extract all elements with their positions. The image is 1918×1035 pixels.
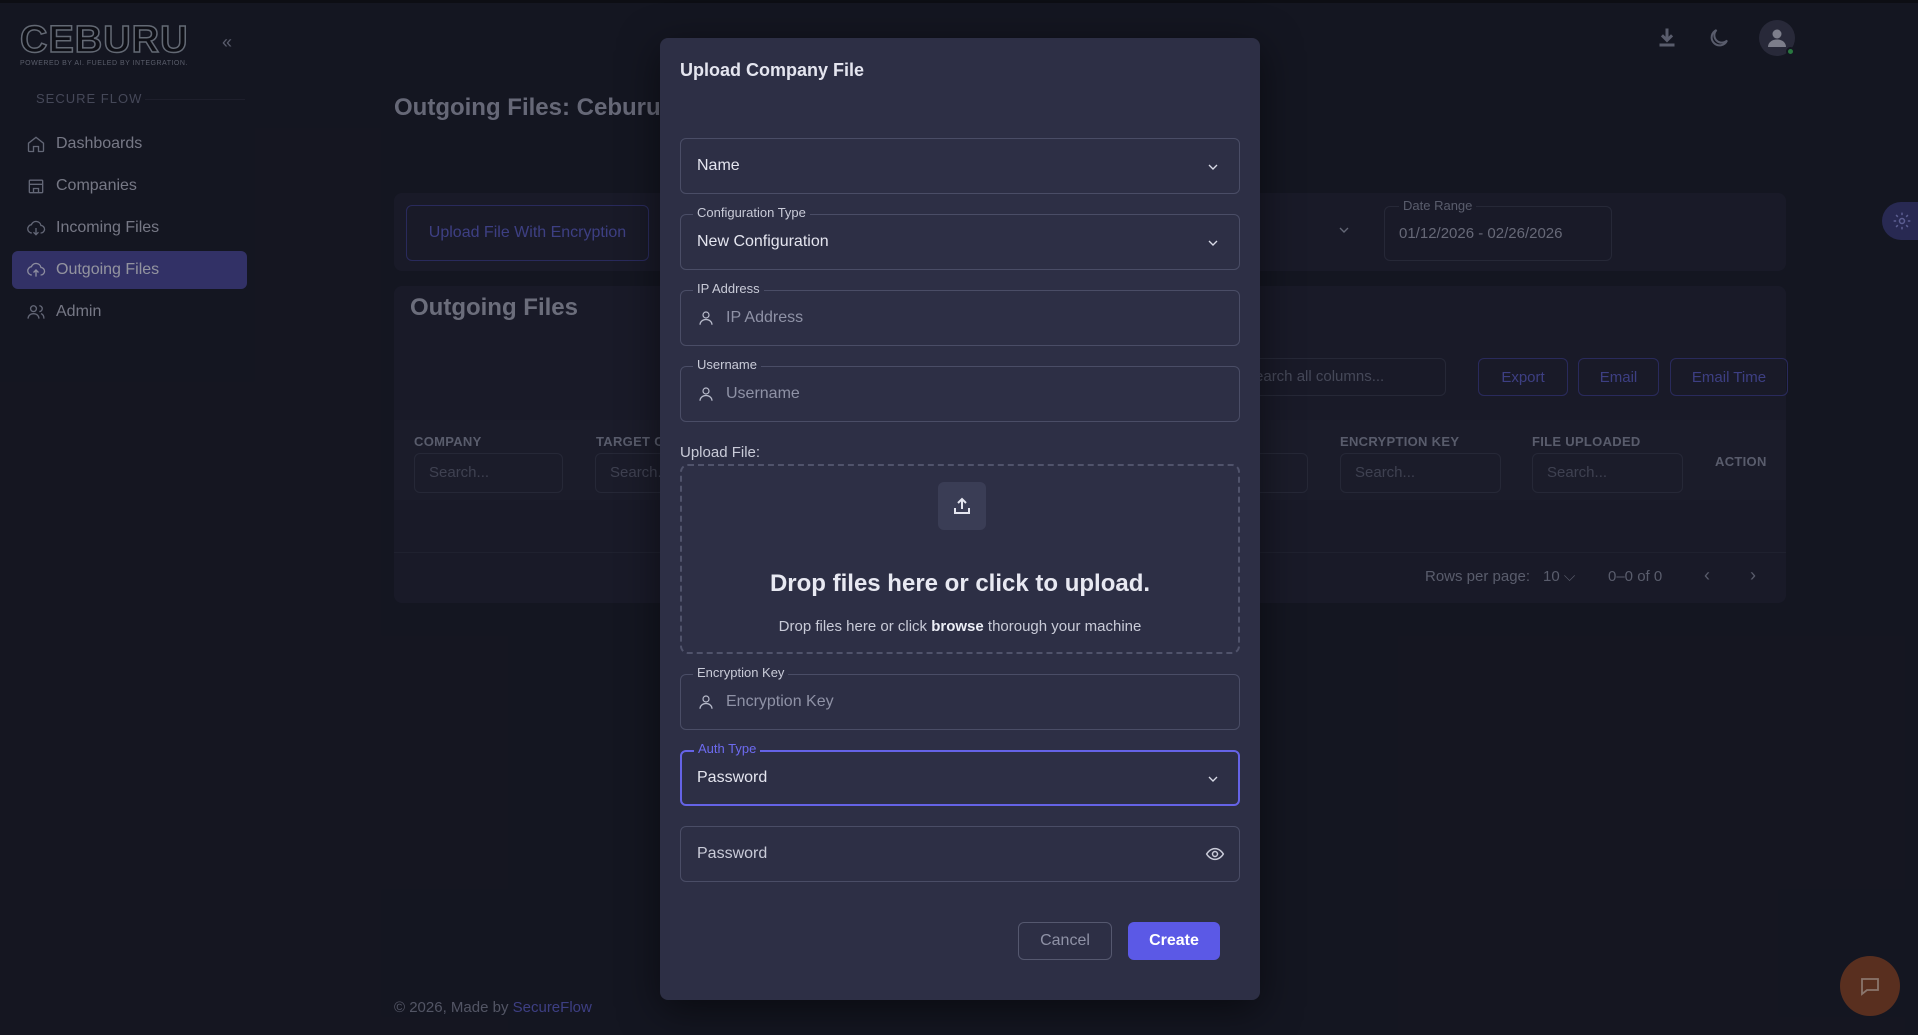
- auth-type-value: Password: [697, 769, 768, 786]
- chevron-down-icon: [1205, 235, 1221, 251]
- upload-icon: [938, 482, 986, 530]
- chevron-down-icon: [1205, 771, 1221, 787]
- dropzone-subtitle-text: thorough your machine: [983, 618, 1142, 635]
- create-button[interactable]: Create: [1128, 922, 1220, 960]
- name-select-value: Name: [697, 157, 740, 174]
- configuration-type-select[interactable]: Configuration Type New Configuration: [680, 205, 1240, 270]
- cancel-button[interactable]: Cancel: [1018, 922, 1112, 960]
- ip-address-field[interactable]: IP Address IP Address: [680, 281, 1240, 346]
- file-dropzone[interactable]: Drop files here or click to upload. Drop…: [680, 464, 1240, 654]
- field-label: Auth Type: [694, 741, 761, 756]
- dropzone-subtitle-text: Drop files here or click: [778, 618, 932, 635]
- encryption-key-field[interactable]: Encryption Key Encryption Key: [680, 665, 1240, 730]
- username-field[interactable]: Username Username: [680, 357, 1240, 422]
- password-field[interactable]: Password: [680, 826, 1240, 882]
- user-icon: [697, 309, 715, 327]
- configuration-type-value: New Configuration: [697, 233, 829, 250]
- dropzone-subtitle: Drop files here or click browse thorough…: [682, 618, 1238, 635]
- modal-title: Upload Company File: [680, 60, 865, 80]
- field-label: Username: [693, 357, 761, 372]
- field-label: Configuration Type: [693, 205, 810, 220]
- upload-file-label: Upload File:: [680, 444, 761, 461]
- auth-type-select[interactable]: Auth Type Password: [680, 741, 1240, 806]
- field-label: IP Address: [693, 281, 764, 296]
- encryption-key-placeholder: Encryption Key: [726, 693, 834, 710]
- user-icon: [697, 693, 715, 711]
- password-placeholder: Password: [697, 845, 768, 862]
- user-icon: [697, 385, 715, 403]
- upload-company-file-modal: Upload Company File Name Configuration T…: [660, 38, 1260, 1000]
- eye-icon[interactable]: [1205, 844, 1225, 864]
- browse-link[interactable]: browse: [931, 618, 984, 635]
- dropzone-title: Drop files here or click to upload.: [769, 570, 1151, 597]
- name-select[interactable]: Name: [680, 138, 1240, 194]
- username-placeholder: Username: [726, 385, 800, 402]
- ip-address-placeholder: IP Address: [726, 309, 804, 326]
- chevron-down-icon: [1205, 159, 1221, 175]
- field-label: Encryption Key: [693, 665, 789, 680]
